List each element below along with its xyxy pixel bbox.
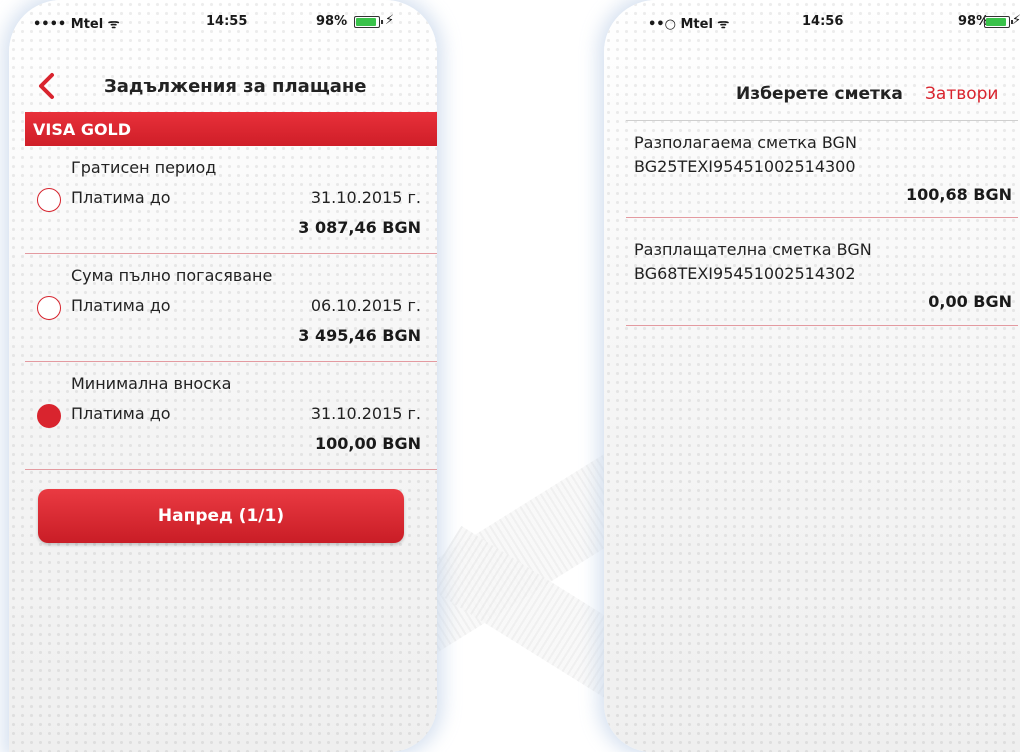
battery-percent: 98% [316, 14, 348, 29]
account-balance: 0,00 BGN [928, 292, 1012, 311]
status-bar: •••• Mtel ᯤ 14:55 98% ⚡ [9, 0, 437, 40]
radio-button[interactable] [37, 188, 61, 212]
back-chevron-icon[interactable] [35, 72, 57, 100]
sheet-title: Изберете сметка [736, 84, 903, 104]
payment-option-full[interactable]: Сума пълно погасяване Платима до 06.10.2… [25, 254, 437, 362]
due-label: Платима до [71, 404, 171, 423]
option-title: Сума пълно погасяване [71, 266, 273, 285]
charging-icon: ⚡ [1012, 13, 1020, 28]
radio-button[interactable] [37, 296, 61, 320]
status-bar: ••○ Mtel ᯤ 14:56 98% ⚡ [604, 0, 1020, 40]
amount: 100,00 BGN [314, 434, 421, 453]
account-balance: 100,68 BGN [905, 185, 1012, 204]
option-title: Минимална вноска [71, 374, 232, 393]
account-item[interactable]: Разплащателна сметка BGN BG68TEXI9545100… [626, 228, 1018, 326]
account-item[interactable]: Разполагаема сметка BGN BG25TEXI95451002… [626, 120, 1018, 218]
account-name: Разплащателна сметка BGN [634, 240, 872, 259]
payment-option-minimum[interactable]: Минимална вноска Платима до 31.10.2015 г… [25, 362, 437, 470]
battery-icon [354, 16, 383, 28]
charging-icon: ⚡ [385, 13, 395, 28]
carrier-label: •••• Mtel ᯤ [33, 17, 120, 32]
amount: 3 087,46 BGN [298, 218, 421, 237]
nav-header: Задължения за плащане [9, 40, 437, 112]
clock: 14:55 [206, 14, 248, 29]
due-date: 06.10.2015 г. [310, 296, 421, 315]
left-phone-screen: •••• Mtel ᯤ 14:55 98% ⚡ Задължения за пл… [9, 0, 437, 752]
due-label: Платима до [71, 296, 171, 315]
clock: 14:56 [802, 14, 844, 29]
battery-icon [984, 16, 1013, 28]
close-button[interactable]: Затвори [925, 84, 998, 104]
account-iban: BG68TEXI95451002514302 [634, 264, 856, 283]
option-title: Гратисен период [71, 158, 217, 177]
account-name: Разполагаема сметка BGN [634, 133, 857, 152]
right-phone-screen: ••○ Mtel ᯤ 14:56 98% ⚡ Изберете сметка З… [604, 0, 1020, 752]
account-iban: BG25TEXI95451002514300 [634, 157, 856, 176]
radio-button-selected[interactable] [37, 404, 61, 428]
due-date: 31.10.2015 г. [310, 188, 421, 207]
page-title: Задължения за плащане [104, 76, 367, 97]
next-button[interactable]: Напред (1/1) [38, 489, 404, 543]
payment-option-grace[interactable]: Гратисен период Платима до 31.10.2015 г.… [25, 146, 437, 254]
carrier-label: ••○ Mtel ᯤ [648, 17, 730, 32]
due-date: 31.10.2015 г. [310, 404, 421, 423]
card-name-bar: VISA GOLD [25, 112, 437, 146]
amount: 3 495,46 BGN [298, 326, 421, 345]
due-label: Платима до [71, 188, 171, 207]
